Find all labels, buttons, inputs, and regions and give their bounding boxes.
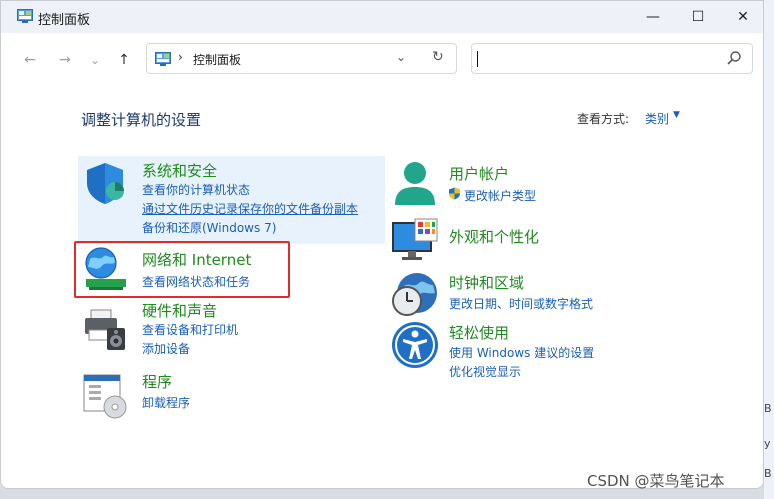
view-by-dropdown[interactable]: 类别 bbox=[645, 110, 669, 127]
category-title-clock-region[interactable]: 时钟和区域 bbox=[449, 272, 524, 293]
annotation-highlight-box bbox=[74, 241, 290, 298]
refresh-button[interactable]: ↻ bbox=[432, 49, 444, 65]
link-file-history[interactable]: 通过文件历史记录保存你的文件备份副本 bbox=[142, 200, 358, 217]
accessibility-icon[interactable] bbox=[391, 321, 439, 369]
link-backup-restore[interactable]: 备份和还原(Windows 7) bbox=[142, 219, 276, 236]
category-title-appearance[interactable]: 外观和个性化 bbox=[449, 226, 539, 247]
link-change-account-type[interactable]: 更改帐户类型 bbox=[464, 187, 536, 204]
title-bar[interactable]: 控制面板 — ☐ ✕ bbox=[1, 1, 763, 33]
breadcrumb-control-panel[interactable]: 控制面板 bbox=[193, 51, 241, 68]
link-optimize-visual-display[interactable]: 优化视觉显示 bbox=[449, 363, 521, 380]
breadcrumb-separator-icon: › bbox=[178, 50, 183, 64]
close-button[interactable]: ✕ bbox=[720, 1, 763, 33]
forward-button[interactable]: → bbox=[55, 51, 75, 69]
category-title-hardware-sound[interactable]: 硬件和声音 bbox=[142, 300, 217, 321]
link-devices-printers[interactable]: 查看设备和打印机 bbox=[142, 321, 238, 338]
link-uninstall-program[interactable]: 卸载程序 bbox=[142, 394, 190, 411]
link-add-device[interactable]: 添加设备 bbox=[142, 340, 190, 357]
recent-locations-button[interactable]: ⌄ bbox=[85, 51, 105, 69]
link-view-computer-status[interactable]: 查看你的计算机状态 bbox=[142, 181, 250, 198]
maximize-button[interactable]: ☐ bbox=[675, 1, 721, 33]
link-windows-recommended-settings[interactable]: 使用 Windows 建议的设置 bbox=[449, 344, 594, 361]
watermark: CSDN @菜鸟笔记本 bbox=[587, 472, 725, 490]
background-text-fragment: y bbox=[764, 437, 771, 450]
category-title-ease-of-access[interactable]: 轻松使用 bbox=[449, 322, 509, 343]
search-input[interactable] bbox=[471, 43, 753, 74]
control-panel-window: 控制面板 — ☐ ✕ ← → ⌄ ↑ › 控制面板 ⌄ ↻ 调整计算机的设置 查… bbox=[0, 0, 764, 489]
arrow-left-icon: ← bbox=[24, 52, 36, 68]
minimize-icon: — bbox=[646, 9, 660, 25]
arrow-up-icon: ↑ bbox=[118, 52, 130, 68]
printer-speaker-icon[interactable] bbox=[81, 304, 129, 352]
category-title-programs[interactable]: 程序 bbox=[142, 371, 172, 392]
up-button[interactable]: ↑ bbox=[114, 51, 134, 69]
link-change-date-time-format[interactable]: 更改日期、时间或数字格式 bbox=[449, 295, 593, 312]
clock-globe-icon[interactable] bbox=[391, 271, 439, 319]
window-title: 控制面板 bbox=[38, 13, 91, 28]
monitor-palette-icon[interactable] bbox=[391, 217, 439, 265]
background-window-strip bbox=[764, 0, 774, 499]
back-button[interactable]: ← bbox=[20, 51, 40, 69]
address-bar[interactable]: › 控制面板 ⌄ ↻ bbox=[146, 43, 457, 74]
text-caret bbox=[477, 51, 478, 67]
chevron-down-icon: ⌄ bbox=[89, 53, 101, 67]
control-panel-icon bbox=[155, 52, 171, 66]
page-title: 调整计算机的设置 bbox=[81, 111, 202, 129]
caret-down-icon[interactable]: ▼ bbox=[673, 110, 680, 120]
refresh-icon: ↻ bbox=[432, 49, 444, 65]
background-text-fragment: B bbox=[764, 402, 772, 415]
search-icon[interactable] bbox=[726, 50, 742, 66]
category-title-user-accounts[interactable]: 用户帐户 bbox=[449, 163, 509, 184]
address-dropdown-button[interactable]: ⌄ bbox=[396, 50, 406, 64]
maximize-icon: ☐ bbox=[691, 9, 705, 25]
shield-icon[interactable] bbox=[81, 159, 129, 207]
chevron-down-icon: ⌄ bbox=[396, 50, 407, 64]
minimize-button[interactable]: — bbox=[630, 1, 676, 33]
uac-shield-icon bbox=[449, 187, 460, 200]
arrow-right-icon: → bbox=[59, 52, 71, 68]
programs-disc-icon[interactable] bbox=[81, 371, 129, 419]
category-title-system-security[interactable]: 系统和安全 bbox=[142, 160, 217, 181]
control-panel-icon bbox=[17, 9, 33, 23]
user-icon[interactable] bbox=[391, 159, 439, 207]
view-by-label: 查看方式: bbox=[577, 112, 630, 126]
close-icon: ✕ bbox=[737, 9, 749, 25]
background-text-fragment: B bbox=[764, 467, 772, 480]
